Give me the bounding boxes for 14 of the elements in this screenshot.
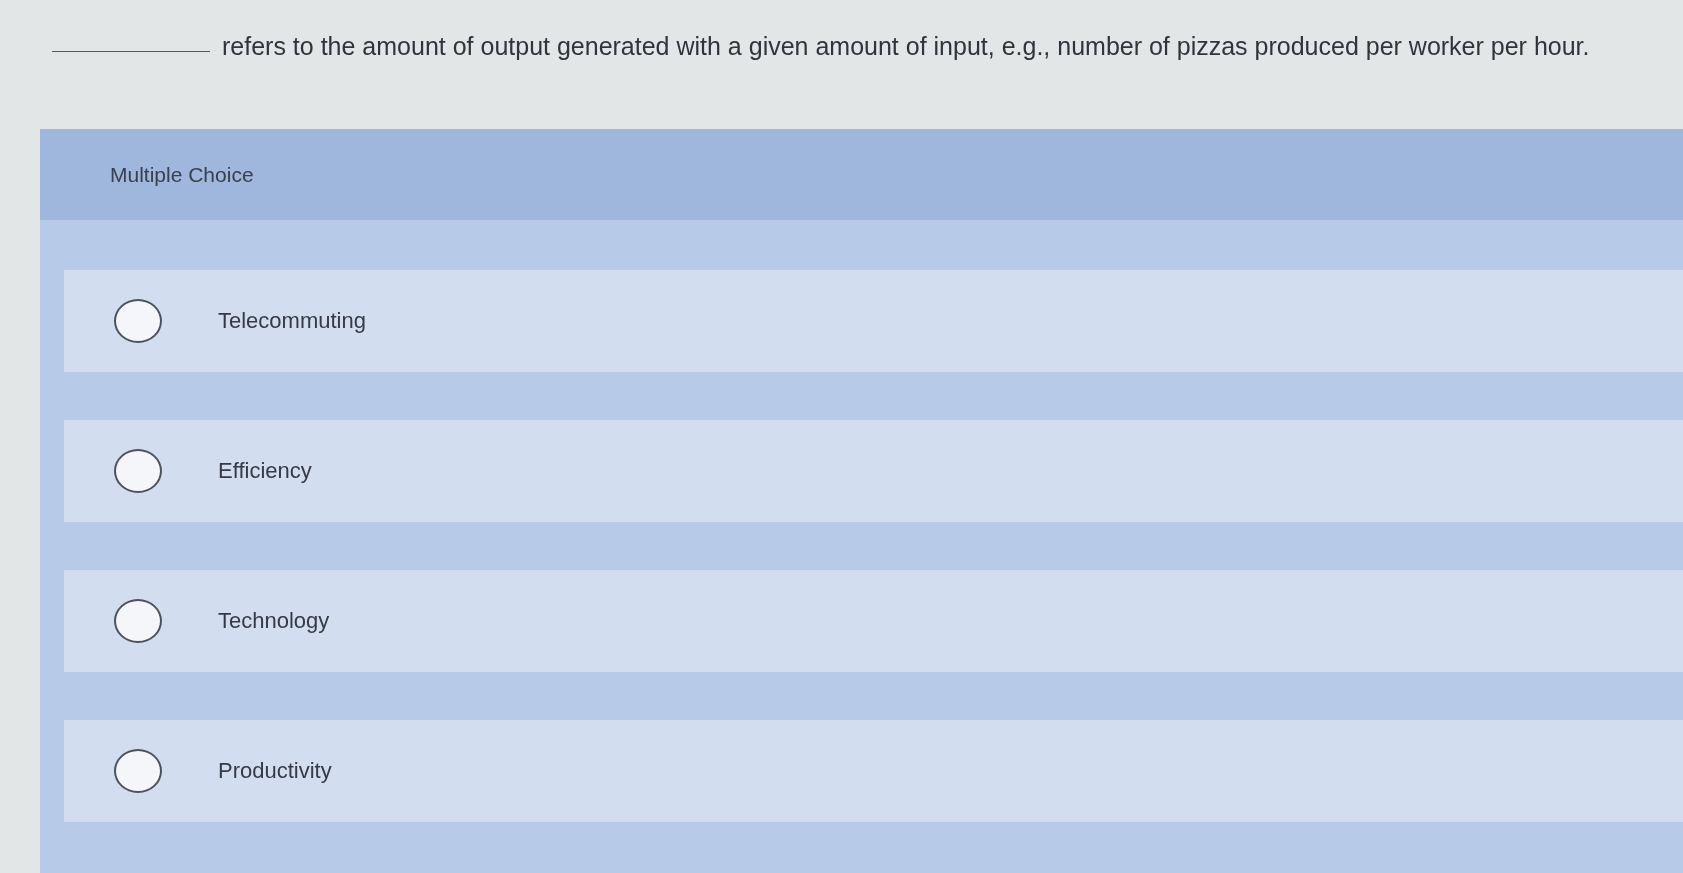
question-text: refers to the amount of output generated with a given amount of input, e.g., number of pizzas produced per worker per hour. [222,31,1590,62]
option-label: Telecommuting [218,308,366,334]
radio-button[interactable] [114,599,162,643]
option-label: Productivity [218,758,332,784]
option-label: Efficiency [218,458,312,484]
radio-button[interactable] [114,749,162,793]
answer-option[interactable]: Telecommuting [64,270,1683,372]
answer-option[interactable]: Technology [64,570,1683,672]
radio-button[interactable] [114,299,162,343]
answer-option[interactable]: Efficiency [64,420,1683,522]
question-type-label: Multiple Choice [110,162,254,187]
option-label: Technology [218,608,330,634]
radio-button[interactable] [114,449,162,493]
answer-option[interactable]: Productivity [64,720,1683,822]
